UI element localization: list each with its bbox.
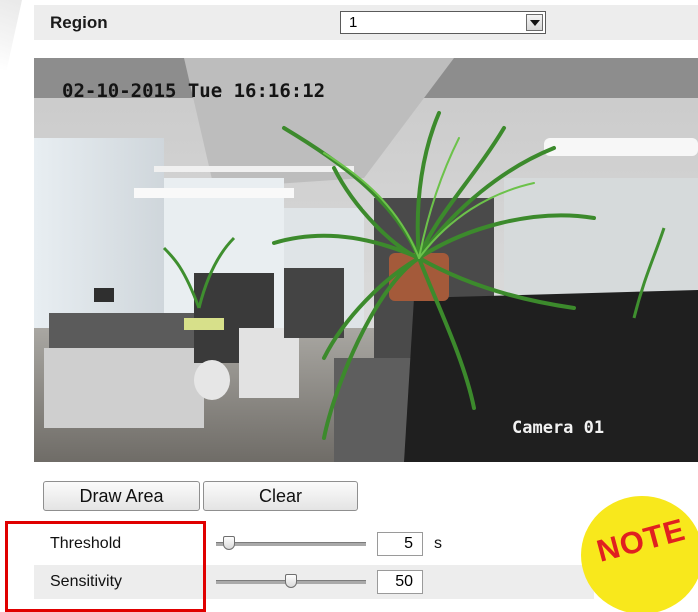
threshold-slider[interactable]: [216, 536, 366, 550]
region-select-value: 1: [349, 14, 358, 31]
sensitivity-value-input[interactable]: 50: [377, 570, 423, 594]
threshold-unit: s: [434, 535, 442, 552]
sensitivity-slider[interactable]: [216, 574, 366, 588]
threshold-value-input[interactable]: 5: [377, 532, 423, 556]
highlight-annotation-box: [5, 521, 206, 612]
threshold-slider-thumb[interactable]: [223, 536, 235, 550]
region-row: Region 1: [34, 5, 698, 40]
chevron-down-icon[interactable]: [526, 14, 543, 31]
page: Region 1 02-10-2015 Tue 16:16:12 Camera …: [0, 0, 698, 612]
osd-timestamp: 02-10-2015 Tue 16:16:12: [62, 80, 326, 102]
sensitivity-slider-thumb[interactable]: [285, 574, 297, 588]
draw-area-button[interactable]: Draw Area: [43, 481, 200, 511]
corner-decoration: [0, 0, 22, 70]
region-select[interactable]: 1: [340, 11, 546, 34]
region-label: Region: [50, 13, 108, 32]
video-preview[interactable]: 02-10-2015 Tue 16:16:12 Camera 01: [34, 58, 698, 462]
camera-scene-image: [34, 58, 698, 462]
osd-camera-name: Camera 01: [512, 418, 605, 438]
clear-button[interactable]: Clear: [203, 481, 358, 511]
